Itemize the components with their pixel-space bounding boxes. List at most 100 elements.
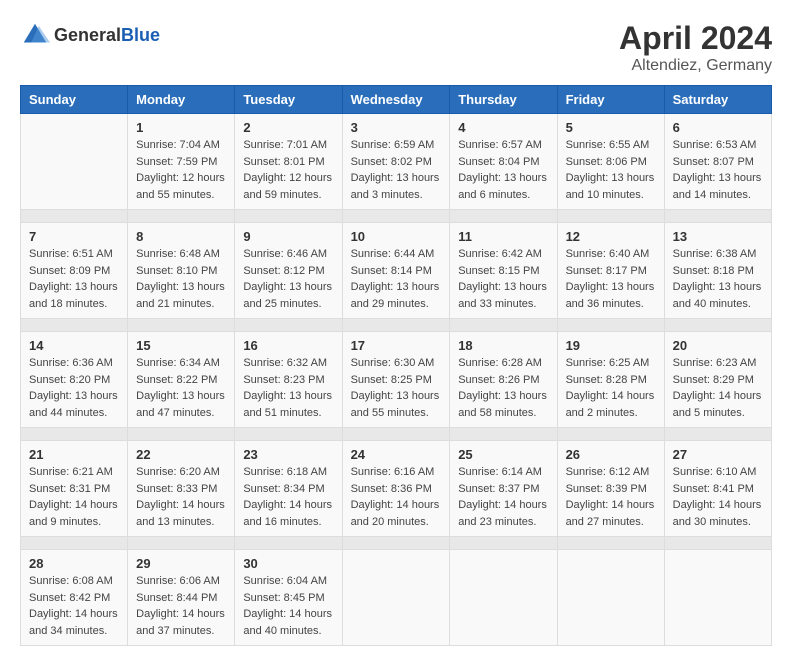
calendar-cell: 21 Sunrise: 6:21 AM Sunset: 8:31 PM Dayli… [21,441,128,537]
calendar-cell: 16 Sunrise: 6:32 AM Sunset: 8:23 PM Dayli… [235,332,342,428]
day-info: Sunrise: 6:57 AM Sunset: 8:04 PM Dayligh… [458,137,548,203]
calendar-cell: 6Sunrise: 6:53 AM Sunset: 8:07 PM Daylig… [664,114,771,210]
calendar-week-row: 14Sunrise: 6:36 AM Sunset: 8:20 PM Dayli… [21,332,772,428]
day-number: 15 [136,338,226,353]
day-number: 12 [566,229,656,244]
logo-text-blue: Blue [121,25,160,45]
header-friday: Friday [557,86,664,114]
calendar-week-row: 28Sunrise: 6:08 AM Sunset: 8:42 PM Dayli… [21,550,772,646]
day-info: Sunrise: 6:10 AM Sunset: 8:41 PM Dayligh… [673,464,763,530]
day-info: Sunrise: 6:23 AM Sunset: 8:29 PM Dayligh… [673,355,763,421]
day-number: 20 [673,338,763,353]
day-info: Sunrise: 6:59 AM Sunset: 8:02 PM Dayligh… [351,137,442,203]
day-number: 8 [136,229,226,244]
day-info: Sunrise: 7:01 AM Sunset: 8:01 PM Dayligh… [243,137,333,203]
day-number: 26 [566,447,656,462]
calendar-cell: 18Sunrise: 6:28 AM Sunset: 8:26 PM Dayli… [450,332,557,428]
calendar-cell [450,550,557,646]
day-info: Sunrise: 6:12 AM Sunset: 8:39 PM Dayligh… [566,464,656,530]
day-info: Sunrise: 6:30 AM Sunset: 8:25 PM Dayligh… [351,355,442,421]
day-number: 16 [243,338,333,353]
header-sunday: Sunday [21,86,128,114]
calendar-cell: 1 Sunrise: 7:04 AM Sunset: 7:59 PM Daylig… [128,114,235,210]
calendar-cell: 25 Sunrise: 6:14 AM Sunset: 8:37 PM Dayli… [450,441,557,537]
calendar-cell: 28Sunrise: 6:08 AM Sunset: 8:42 PM Dayli… [21,550,128,646]
day-info: Sunrise: 6:53 AM Sunset: 8:07 PM Dayligh… [673,137,763,203]
day-number: 5 [566,120,656,135]
header-thursday: Thursday [450,86,557,114]
day-number: 1 [136,120,226,135]
calendar-cell: 29Sunrise: 6:06 AM Sunset: 8:44 PM Dayli… [128,550,235,646]
calendar-cell: 27Sunrise: 6:10 AM Sunset: 8:41 PM Dayli… [664,441,771,537]
week-divider [21,428,772,441]
day-info: Sunrise: 6:16 AM Sunset: 8:36 PM Dayligh… [351,464,442,530]
day-info: Sunrise: 6:46 AM Sunset: 8:12 PM Dayligh… [243,246,333,312]
calendar-table: SundayMondayTuesdayWednesdayThursdayFrid… [20,85,772,646]
day-info: Sunrise: 6:48 AM Sunset: 8:10 PM Dayligh… [136,246,226,312]
calendar-cell: 5 Sunrise: 6:55 AM Sunset: 8:06 PM Daylig… [557,114,664,210]
calendar-cell [21,114,128,210]
calendar-cell: 22 Sunrise: 6:20 AM Sunset: 8:33 PM Dayli… [128,441,235,537]
calendar-cell: 14Sunrise: 6:36 AM Sunset: 8:20 PM Dayli… [21,332,128,428]
day-info: Sunrise: 6:40 AM Sunset: 8:17 PM Dayligh… [566,246,656,312]
calendar-cell: 26 Sunrise: 6:12 AM Sunset: 8:39 PM Dayli… [557,441,664,537]
calendar-cell: 24Sunrise: 6:16 AM Sunset: 8:36 PM Dayli… [342,441,450,537]
day-info: Sunrise: 6:08 AM Sunset: 8:42 PM Dayligh… [29,573,119,639]
calendar-week-row: 1 Sunrise: 7:04 AM Sunset: 7:59 PM Daylig… [21,114,772,210]
logo-icon [20,20,50,50]
header-monday: Monday [128,86,235,114]
logo-text-general: General [54,25,121,45]
day-number: 22 [136,447,226,462]
title-block: April 2024 Altendiez, Germany [619,20,772,75]
calendar-cell: 2 Sunrise: 7:01 AM Sunset: 8:01 PM Daylig… [235,114,342,210]
calendar-cell: 17 Sunrise: 6:30 AM Sunset: 8:25 PM Dayli… [342,332,450,428]
day-info: Sunrise: 6:38 AM Sunset: 8:18 PM Dayligh… [673,246,763,312]
calendar-cell: 13 Sunrise: 6:38 AM Sunset: 8:18 PM Dayli… [664,223,771,319]
day-number: 13 [673,229,763,244]
day-number: 3 [351,120,442,135]
day-number: 11 [458,229,548,244]
calendar-cell [557,550,664,646]
calendar-cell: 4Sunrise: 6:57 AM Sunset: 8:04 PM Daylig… [450,114,557,210]
header-tuesday: Tuesday [235,86,342,114]
calendar-cell: 3 Sunrise: 6:59 AM Sunset: 8:02 PM Daylig… [342,114,450,210]
calendar-cell: 9Sunrise: 6:46 AM Sunset: 8:12 PM Daylig… [235,223,342,319]
day-info: Sunrise: 6:44 AM Sunset: 8:14 PM Dayligh… [351,246,442,312]
calendar-cell: 23 Sunrise: 6:18 AM Sunset: 8:34 PM Dayli… [235,441,342,537]
main-title: April 2024 [619,20,772,57]
day-number: 7 [29,229,119,244]
day-number: 23 [243,447,333,462]
calendar-header: SundayMondayTuesdayWednesdayThursdayFrid… [21,86,772,114]
day-info: Sunrise: 6:42 AM Sunset: 8:15 PM Dayligh… [458,246,548,312]
day-info: Sunrise: 6:21 AM Sunset: 8:31 PM Dayligh… [29,464,119,530]
page-header: GeneralBlue April 2024 Altendiez, German… [20,20,772,75]
calendar-cell: 7 Sunrise: 6:51 AM Sunset: 8:09 PM Daylig… [21,223,128,319]
day-info: Sunrise: 6:25 AM Sunset: 8:28 PM Dayligh… [566,355,656,421]
day-info: Sunrise: 6:55 AM Sunset: 8:06 PM Dayligh… [566,137,656,203]
day-number: 21 [29,447,119,462]
day-info: Sunrise: 6:14 AM Sunset: 8:37 PM Dayligh… [458,464,548,530]
calendar-cell: 30Sunrise: 6:04 AM Sunset: 8:45 PM Dayli… [235,550,342,646]
day-info: Sunrise: 6:18 AM Sunset: 8:34 PM Dayligh… [243,464,333,530]
day-number: 17 [351,338,442,353]
day-number: 2 [243,120,333,135]
day-info: Sunrise: 6:51 AM Sunset: 8:09 PM Dayligh… [29,246,119,312]
day-info: Sunrise: 6:20 AM Sunset: 8:33 PM Dayligh… [136,464,226,530]
calendar-cell: 12 Sunrise: 6:40 AM Sunset: 8:17 PM Dayli… [557,223,664,319]
calendar-cell [664,550,771,646]
day-number: 10 [351,229,442,244]
calendar-cell: 15Sunrise: 6:34 AM Sunset: 8:22 PM Dayli… [128,332,235,428]
day-info: Sunrise: 6:32 AM Sunset: 8:23 PM Dayligh… [243,355,333,421]
day-number: 30 [243,556,333,571]
logo: GeneralBlue [20,20,160,50]
header-saturday: Saturday [664,86,771,114]
calendar-cell: 11 Sunrise: 6:42 AM Sunset: 8:15 PM Dayli… [450,223,557,319]
day-number: 25 [458,447,548,462]
calendar-cell: 10 Sunrise: 6:44 AM Sunset: 8:14 PM Dayli… [342,223,450,319]
day-number: 18 [458,338,548,353]
day-info: Sunrise: 7:04 AM Sunset: 7:59 PM Dayligh… [136,137,226,203]
calendar-week-row: 7 Sunrise: 6:51 AM Sunset: 8:09 PM Daylig… [21,223,772,319]
week-divider [21,210,772,223]
header-wednesday: Wednesday [342,86,450,114]
day-number: 19 [566,338,656,353]
